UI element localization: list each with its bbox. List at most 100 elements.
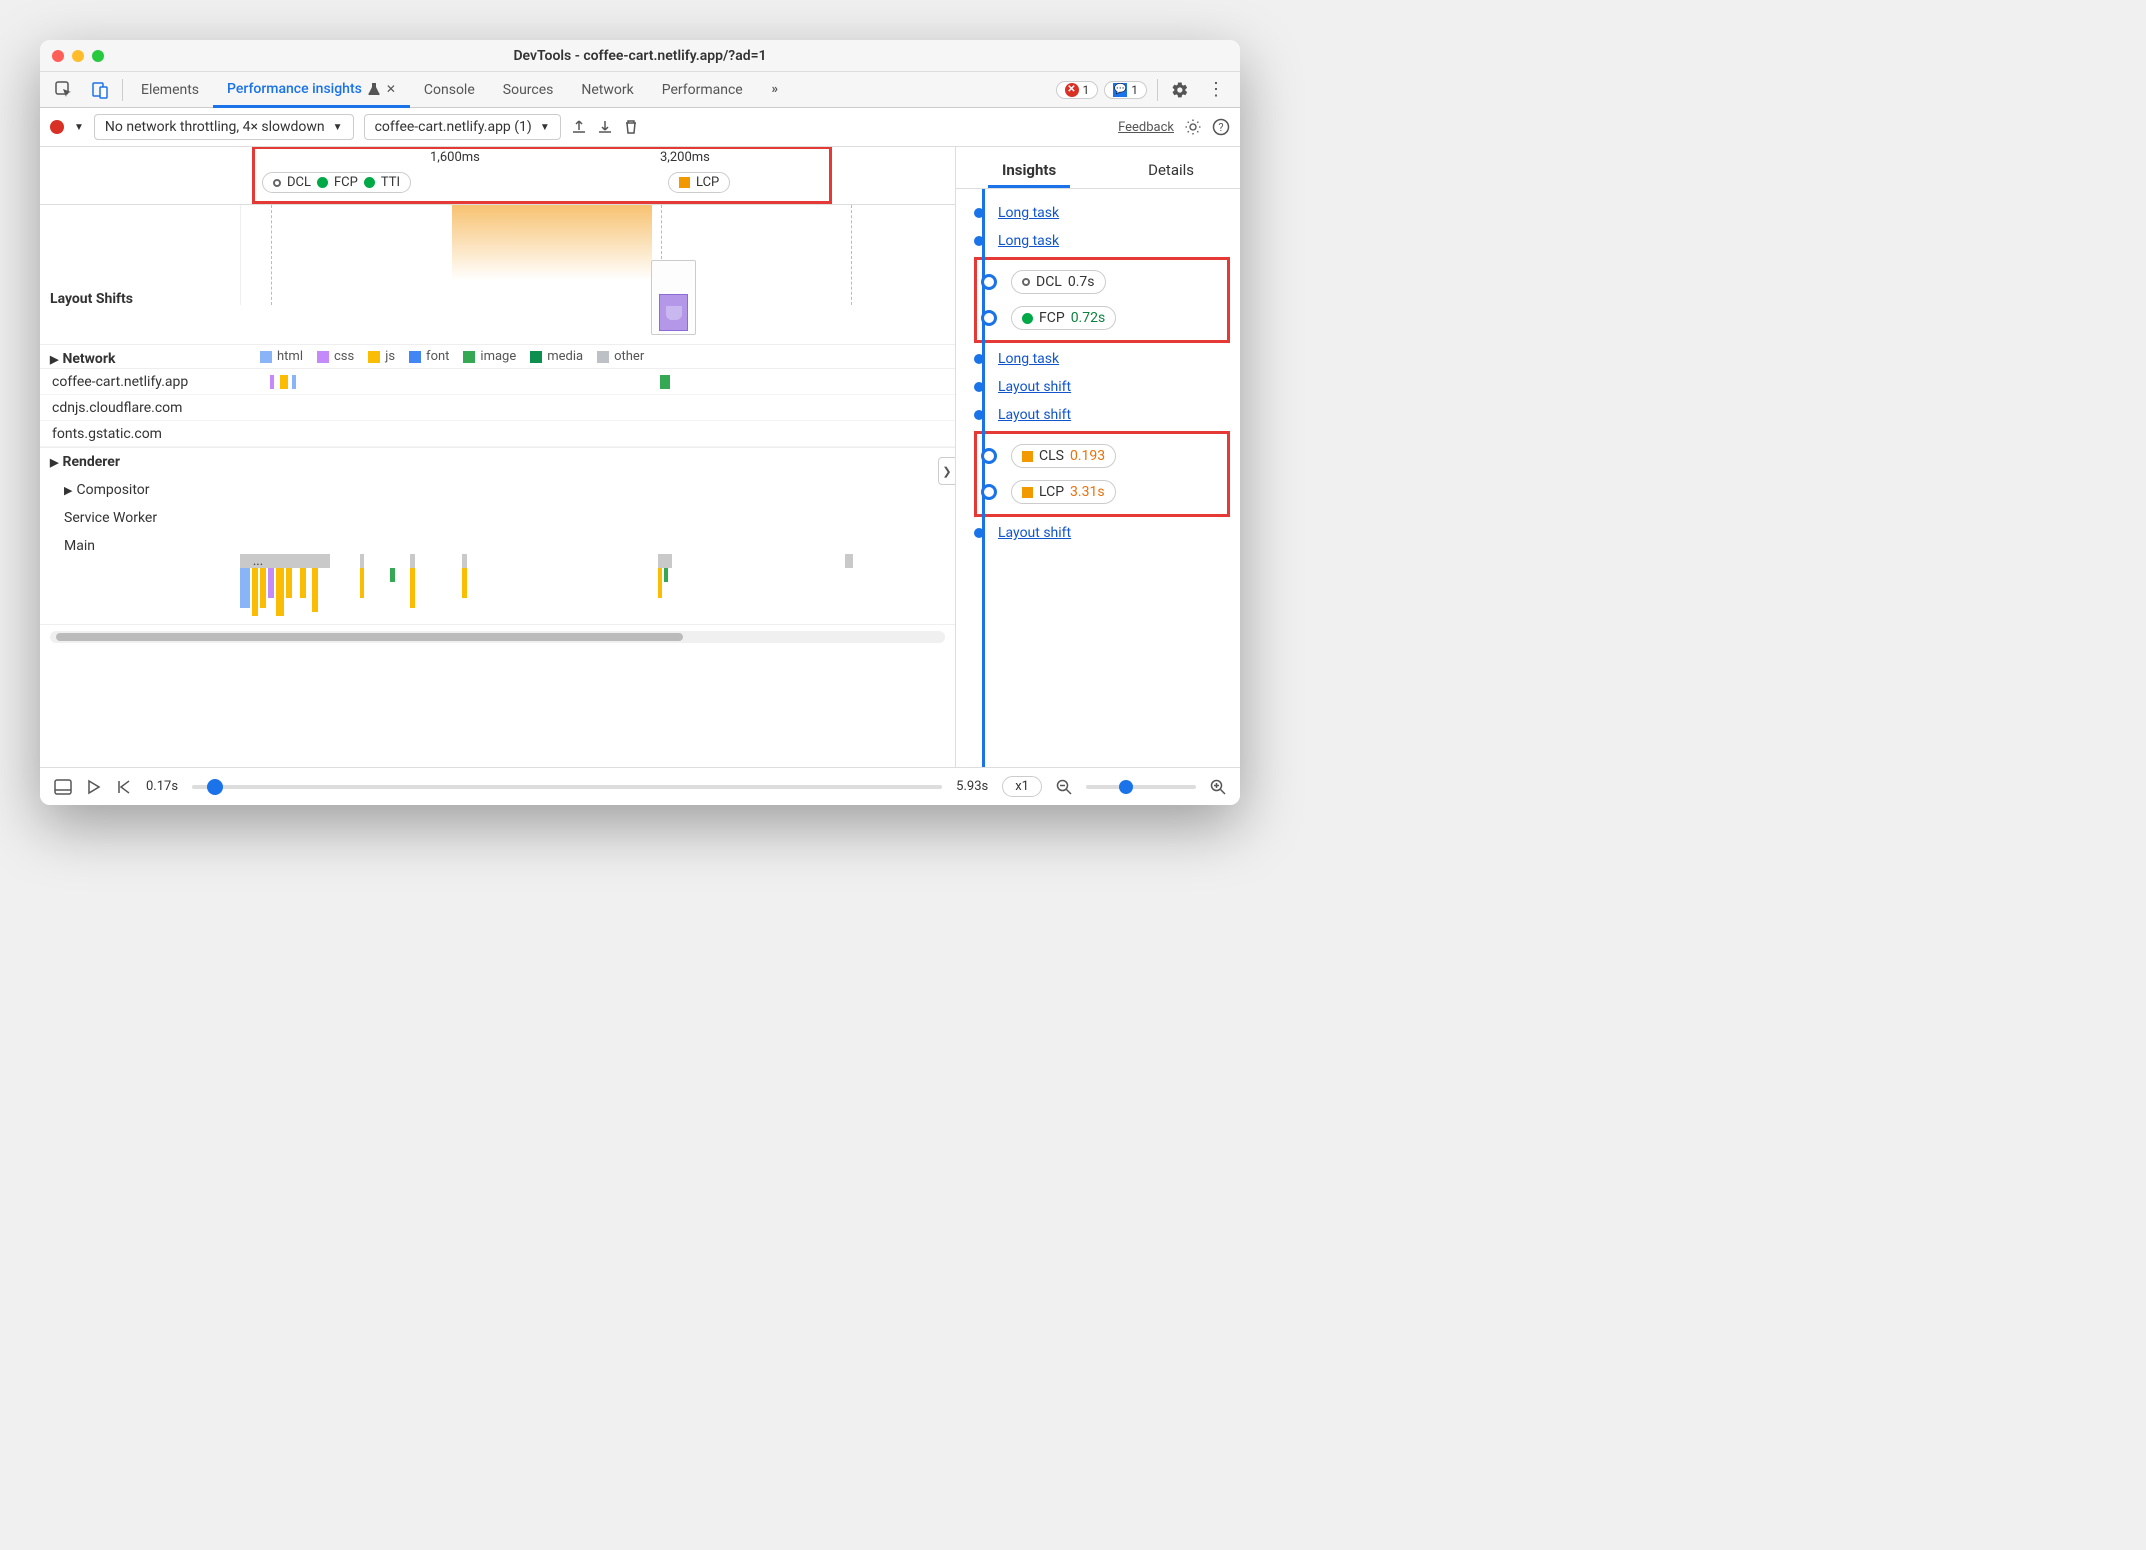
insights-list[interactable]: Long task Long task DCL 0.7s [956, 189, 1240, 767]
insight-item[interactable]: Long task [974, 199, 1240, 227]
fcp-icon [1022, 313, 1033, 324]
insight-item[interactable]: Layout shift [974, 373, 1240, 401]
network-row[interactable]: cdnjs.cloudflare.com [40, 395, 955, 421]
tab-elements[interactable]: Elements [127, 72, 213, 107]
close-window-button[interactable] [52, 50, 64, 62]
insights-sidebar: Insights Details Long task Long task [955, 147, 1240, 767]
main-flame-chart[interactable]: ... [240, 554, 955, 624]
insight-link: Layout shift [998, 525, 1071, 541]
network-row[interactable]: fonts.gstatic.com [40, 421, 955, 447]
zoom-window-button[interactable] [92, 50, 104, 62]
tab-performance[interactable]: Performance [648, 72, 757, 107]
legend-js: js [385, 349, 395, 364]
tab-insights[interactable]: Insights [988, 155, 1070, 188]
marker-label: DCL [287, 175, 311, 190]
zoom-slider[interactable] [1086, 785, 1196, 789]
metric-value: 0.193 [1070, 448, 1105, 464]
insight-item[interactable]: Layout shift [974, 519, 1240, 547]
insights-toolbar: ▼ No network throttling, 4× slowdown ▼ c… [40, 108, 1240, 147]
zoom-knob[interactable] [1119, 780, 1133, 794]
record-options-chevron[interactable]: ▼ [74, 122, 84, 133]
toggle-drawer-icon[interactable] [54, 779, 72, 795]
legend-image: image [480, 349, 516, 364]
host-label: cdnjs.cloudflare.com [40, 400, 240, 416]
metric-value: 3.31s [1070, 484, 1105, 500]
minimize-window-button[interactable] [72, 50, 84, 62]
insight-metric-cls[interactable]: CLS 0.193 [981, 438, 1219, 474]
close-tab-button[interactable]: ✕ [386, 82, 396, 96]
playback-start-time: 0.17s [146, 779, 178, 794]
import-icon[interactable] [597, 119, 613, 135]
errors-badge[interactable]: ✕ 1 [1056, 81, 1099, 99]
horizontal-scrollbar[interactable] [50, 631, 945, 643]
row-label: Main [64, 538, 240, 554]
collapse-sidebar-button[interactable]: ❯ [938, 457, 955, 485]
section-title: Layout Shifts [50, 291, 133, 307]
network-section: ▶ Network html css js font image media o… [40, 345, 955, 448]
slider-knob[interactable] [207, 779, 223, 795]
device-toolbar-icon[interactable] [82, 81, 118, 99]
legend-other: other [614, 349, 644, 364]
delete-icon[interactable] [623, 119, 639, 135]
timeline-pane: 1,600ms 3,200ms DCL FCP TTI LCP [40, 147, 955, 767]
network-row[interactable]: coffee-cart.netlify.app [40, 369, 955, 395]
insight-item[interactable]: Long task [974, 227, 1240, 255]
marker-label: FCP [334, 175, 358, 190]
compositor-row[interactable]: ▶ Compositor [40, 476, 955, 504]
renderer-header[interactable]: ▶ Renderer [40, 448, 955, 476]
annotation-box-dcl-fcp: DCL 0.7s FCP 0.72s [974, 257, 1230, 343]
metric-label: CLS [1039, 448, 1064, 464]
dashed-guide [271, 205, 272, 305]
help-icon[interactable]: ? [1212, 118, 1230, 136]
settings-icon[interactable] [1162, 81, 1198, 99]
legend-css: css [334, 349, 354, 364]
message-icon: 💬 [1113, 83, 1127, 97]
play-button[interactable] [86, 779, 102, 795]
marker-label: LCP [696, 175, 719, 190]
tab-network[interactable]: Network [567, 72, 647, 107]
insight-link: Long task [998, 233, 1059, 249]
timeline-markers-lcp[interactable]: LCP [668, 172, 730, 193]
insight-metric-fcp[interactable]: FCP 0.72s [981, 300, 1219, 336]
insight-metric-dcl[interactable]: DCL 0.7s [981, 264, 1219, 300]
service-worker-row[interactable]: Service Worker [40, 504, 955, 532]
tab-details[interactable]: Details [1134, 155, 1208, 188]
kebab-menu-icon[interactable]: ⋮ [1198, 79, 1234, 100]
insight-item[interactable]: Long task [974, 345, 1240, 373]
tab-console[interactable]: Console [410, 72, 489, 107]
insight-metric-lcp[interactable]: LCP 3.31s [981, 474, 1219, 510]
feedback-link[interactable]: Feedback [1118, 120, 1174, 135]
timeline-ruler[interactable]: 1,600ms 3,200ms DCL FCP TTI LCP [40, 147, 955, 205]
rewind-to-start-icon[interactable] [116, 779, 132, 795]
expand-caret-icon: ▶ [64, 484, 72, 497]
lcp-marker-icon [679, 177, 690, 188]
time-tick: 1,600ms [430, 150, 480, 165]
throttling-dropdown[interactable]: No network throttling, 4× slowdown ▼ [94, 114, 354, 140]
tab-label: Performance insights [227, 81, 362, 97]
svg-text:?: ? [1218, 121, 1223, 134]
session-label: coffee-cart.netlify.app (1) [375, 119, 532, 135]
cls-icon [1022, 451, 1033, 462]
playback-slider[interactable] [192, 785, 942, 789]
session-dropdown[interactable]: coffee-cart.netlify.app (1) ▼ [364, 114, 561, 140]
tab-sources[interactable]: Sources [489, 72, 568, 107]
layout-shift-thumbnail[interactable] [651, 260, 696, 335]
zoom-in-icon[interactable] [1210, 779, 1226, 795]
insight-item[interactable]: Layout shift [974, 401, 1240, 429]
inspect-element-icon[interactable] [46, 81, 82, 99]
scrollbar-thumb[interactable] [56, 633, 683, 641]
more-tabs-button[interactable]: » [757, 82, 793, 97]
tab-performance-insights[interactable]: Performance insights ✕ [213, 73, 410, 108]
record-button[interactable] [50, 120, 64, 134]
messages-badge[interactable]: 💬 1 [1104, 81, 1147, 99]
layout-shifts-track[interactable] [240, 205, 955, 305]
traffic-lights [52, 50, 104, 62]
playback-speed[interactable]: x1 [1002, 776, 1042, 797]
export-icon[interactable] [571, 119, 587, 135]
main-row[interactable]: Main [40, 532, 955, 554]
panel-settings-icon[interactable] [1184, 118, 1202, 136]
metric-label: FCP [1039, 310, 1065, 326]
timeline-markers-early[interactable]: DCL FCP TTI [262, 172, 411, 193]
zoom-out-icon[interactable] [1056, 779, 1072, 795]
row-label: Compositor [76, 482, 149, 498]
